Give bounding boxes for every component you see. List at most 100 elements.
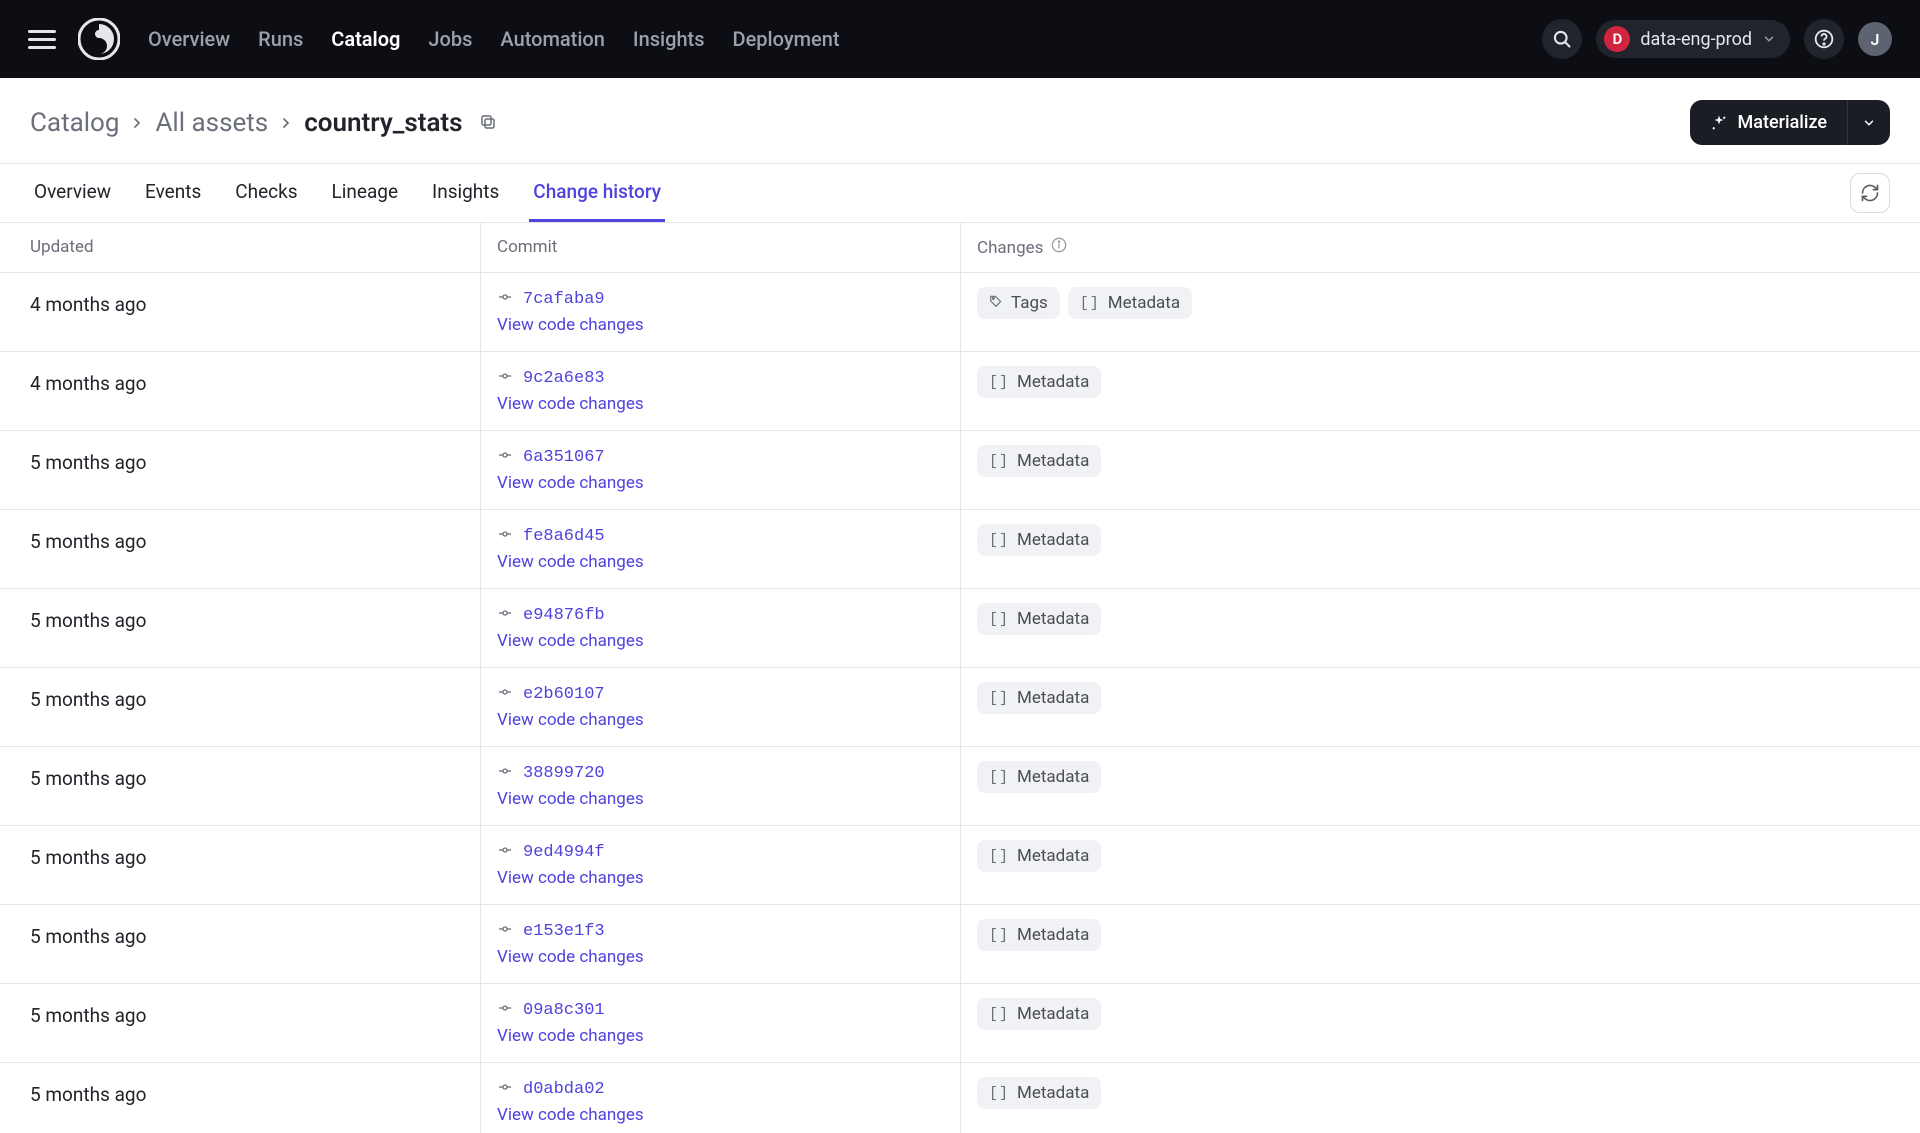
- materialize-button[interactable]: Materialize: [1690, 100, 1847, 145]
- table-row: 5 months ago38899720View code changes[]M…: [0, 747, 1920, 826]
- nav-link-catalog[interactable]: Catalog: [331, 27, 400, 51]
- brackets-icon: []: [989, 532, 1009, 549]
- view-code-changes-link[interactable]: View code changes: [497, 1026, 644, 1046]
- commit-icon: [497, 921, 513, 941]
- commit-hash-link[interactable]: d0abda02: [523, 1080, 605, 1099]
- chevron-right-icon: [278, 108, 294, 138]
- brackets-icon: []: [989, 453, 1009, 470]
- cell-commit: 09a8c301 View code changes: [480, 984, 960, 1062]
- cell-changes: []Metadata: [960, 826, 1920, 904]
- commit-hash-link[interactable]: 6a351067: [523, 448, 605, 467]
- sparkle-icon: [1710, 114, 1728, 132]
- cell-updated: 5 months ago: [0, 589, 480, 667]
- table-row: 5 months ago e153e1f3 View code changes []M…: [0, 905, 1920, 984]
- info-icon[interactable]: [1051, 237, 1067, 258]
- tab-lineage[interactable]: Lineage: [328, 164, 403, 222]
- brackets-icon: []: [1080, 295, 1100, 312]
- commit-icon: [497, 684, 513, 704]
- tags-chip[interactable]: Tags: [977, 287, 1060, 319]
- commit-hash-link[interactable]: 7cafaba9: [523, 290, 605, 309]
- logo[interactable]: [78, 18, 120, 60]
- tab-overview[interactable]: Overview: [30, 164, 115, 222]
- commit-hash-link[interactable]: 09a8c301: [523, 1001, 605, 1020]
- view-code-changes-link[interactable]: View code changes: [497, 868, 644, 888]
- nav-link-runs[interactable]: Runs: [258, 27, 303, 51]
- metadata-chip[interactable]: [] Metadata: [977, 603, 1101, 635]
- refresh-button[interactable]: [1850, 173, 1890, 213]
- brackets-icon: []: [989, 1085, 1009, 1102]
- cell-updated: 5 months ago: [0, 905, 480, 983]
- metadata-chip[interactable]: []Metadata: [977, 445, 1101, 477]
- metadata-label: Metadata: [1017, 609, 1089, 629]
- view-code-changes-link[interactable]: View code changes: [497, 710, 644, 730]
- nav-link-jobs[interactable]: Jobs: [428, 27, 472, 51]
- metadata-chip[interactable]: []Metadata: [977, 366, 1101, 398]
- copy-icon[interactable]: [479, 108, 497, 138]
- brackets-icon: []: [989, 848, 1009, 865]
- brackets-icon: []: [989, 927, 1009, 944]
- table-row: 5 months ago6a351067View code changes[]M…: [0, 431, 1920, 510]
- chevron-down-icon: [1862, 116, 1876, 130]
- user-avatar[interactable]: J: [1858, 22, 1892, 56]
- materialize-dropdown[interactable]: [1847, 100, 1890, 145]
- commit-hash-link[interactable]: 9ed4994f: [523, 843, 605, 862]
- commit-hash-link[interactable]: e153e1f3: [523, 922, 605, 941]
- table-row: 5 months agofe8a6d45View code changes[]M…: [0, 510, 1920, 589]
- commit-hash-link[interactable]: e2b60107: [523, 685, 605, 704]
- view-code-changes-link[interactable]: View code changes: [497, 947, 644, 967]
- menu-icon[interactable]: [28, 25, 56, 53]
- cell-updated: 5 months ago: [0, 826, 480, 904]
- metadata-chip[interactable]: []Metadata: [977, 682, 1101, 714]
- commit-hash-link[interactable]: 9c2a6e83: [523, 369, 605, 388]
- cell-commit: d0abda02 View code changes: [480, 1063, 960, 1133]
- tab-checks[interactable]: Checks: [231, 164, 301, 222]
- nav-link-overview[interactable]: Overview: [148, 27, 230, 51]
- view-code-changes-link[interactable]: View code changes: [497, 789, 644, 809]
- commit-hash-link[interactable]: fe8a6d45: [523, 527, 605, 546]
- commit-hash-link[interactable]: e94876fb: [523, 606, 605, 625]
- metadata-chip[interactable]: []Metadata: [977, 998, 1101, 1030]
- cell-commit: e153e1f3 View code changes: [480, 905, 960, 983]
- metadata-chip[interactable]: []Metadata: [977, 761, 1101, 793]
- table-row: 4 months ago7cafaba9View code changesTag…: [0, 273, 1920, 352]
- view-code-changes-link[interactable]: View code changes: [497, 1105, 644, 1125]
- search-icon[interactable]: [1542, 19, 1582, 59]
- breadcrumb-parent[interactable]: All assets: [155, 108, 268, 138]
- nav-link-insights[interactable]: Insights: [633, 27, 705, 51]
- metadata-chip[interactable]: [] Metadata: [1068, 287, 1192, 319]
- metadata-label: Metadata: [1017, 1004, 1089, 1024]
- commit-icon: [497, 289, 513, 309]
- table-body[interactable]: 4 months ago 7cafaba9 View code changes Tag…: [0, 273, 1920, 1133]
- refresh-icon: [1860, 183, 1880, 203]
- brackets-icon: []: [989, 611, 1009, 628]
- org-selector[interactable]: D data-eng-prod: [1596, 20, 1790, 58]
- tab-events[interactable]: Events: [141, 164, 205, 222]
- metadata-chip[interactable]: []Metadata: [977, 840, 1101, 872]
- cell-changes: []Metadata: [960, 747, 1920, 825]
- help-icon[interactable]: [1804, 19, 1844, 59]
- tabs-row: Overview Events Checks Lineage Insights Chang…: [0, 163, 1920, 223]
- metadata-label: Metadata: [1017, 372, 1089, 392]
- commit-hash-link[interactable]: 38899720: [523, 764, 605, 783]
- tab-insights[interactable]: Insights: [428, 164, 503, 222]
- commit-icon: [497, 842, 513, 862]
- cell-updated: 5 months ago: [0, 668, 480, 746]
- cell-changes: [] Metadata: [960, 589, 1920, 667]
- tab-change-history[interactable]: Change history: [529, 164, 665, 222]
- view-code-changes-link[interactable]: View code changes: [497, 315, 644, 335]
- view-code-changes-link[interactable]: View code changes: [497, 394, 644, 414]
- table-row: 5 months ago e94876fb View code changes [] M…: [0, 589, 1920, 668]
- table-header: Updated Commit Changes: [0, 223, 1920, 273]
- metadata-label: Metadata: [1108, 293, 1180, 313]
- view-code-changes-link[interactable]: View code changes: [497, 473, 644, 493]
- view-code-changes-link[interactable]: View code changes: [497, 631, 644, 651]
- breadcrumb-root[interactable]: Catalog: [30, 108, 119, 138]
- cell-updated: 4 months ago: [0, 352, 480, 430]
- view-code-changes-link[interactable]: View code changes: [497, 552, 644, 572]
- metadata-chip[interactable]: []Metadata: [977, 919, 1101, 951]
- nav-link-automation[interactable]: Automation: [500, 27, 605, 51]
- brackets-icon: []: [989, 769, 1009, 786]
- nav-link-deployment[interactable]: Deployment: [733, 27, 840, 51]
- metadata-chip[interactable]: []Metadata: [977, 524, 1101, 556]
- metadata-chip[interactable]: []Metadata: [977, 1077, 1101, 1109]
